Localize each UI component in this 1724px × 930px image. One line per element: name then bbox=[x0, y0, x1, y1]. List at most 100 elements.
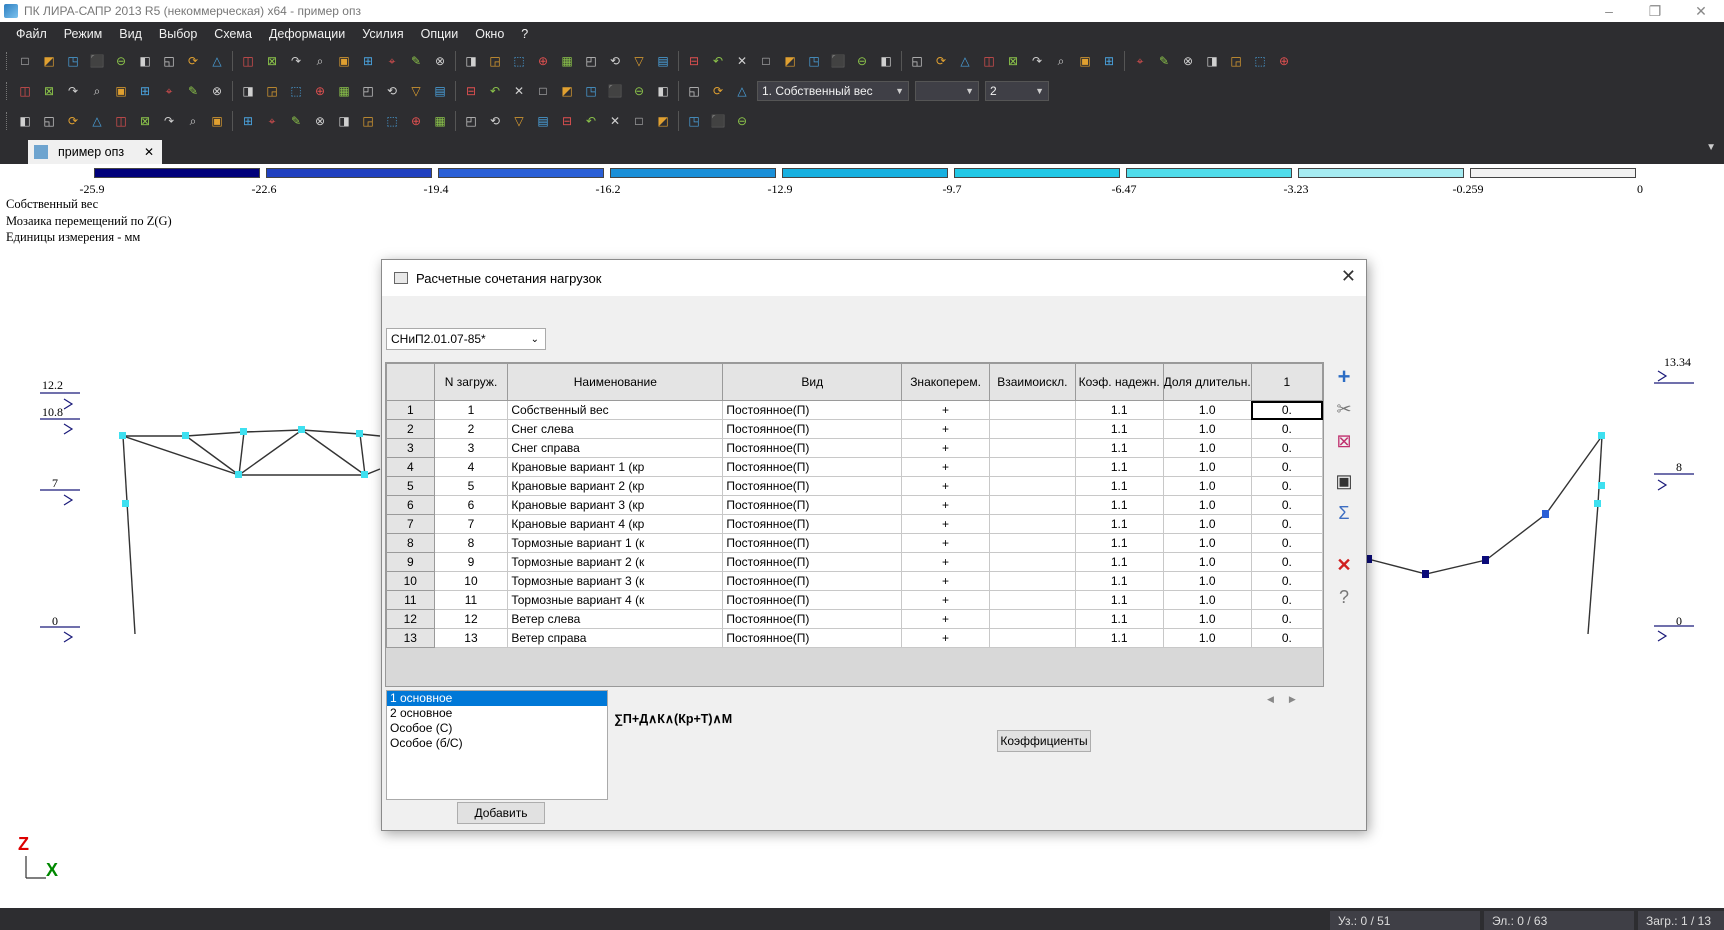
toolbar-tool-icon[interactable]: ⊕ bbox=[1274, 51, 1294, 71]
toolbar-tool-icon[interactable]: ✕ bbox=[509, 81, 529, 101]
grid-cell-coef[interactable]: 1.1 bbox=[1074, 571, 1164, 591]
grid-cell-sign[interactable]: + bbox=[901, 438, 990, 458]
toolbar-tool-icon[interactable]: ◧ bbox=[15, 111, 35, 131]
toolbar-tool-icon[interactable]: ▽ bbox=[406, 81, 426, 101]
grid-cell-v[interactable]: 0. bbox=[1250, 533, 1323, 553]
toolbar-tool-icon[interactable]: ◧ bbox=[876, 51, 896, 71]
grid-cell-sign[interactable]: + bbox=[901, 571, 990, 591]
grid-cell-excl[interactable] bbox=[988, 571, 1076, 591]
row-header[interactable]: 12 bbox=[386, 609, 435, 629]
toolbar-tool-icon[interactable]: ⬚ bbox=[286, 81, 306, 101]
table-row[interactable]: 2 2 Снег слева Постоянное(П) +1.1 1.0 0. bbox=[386, 419, 1323, 439]
grid-column-header[interactable]: Взаимоискл. bbox=[988, 363, 1076, 401]
save-icon[interactable]: ▣ bbox=[1330, 468, 1358, 494]
restore-button[interactable]: ❐ bbox=[1632, 0, 1678, 22]
grid-cell-excl[interactable] bbox=[988, 476, 1076, 496]
close-red-icon[interactable]: ✕ bbox=[1330, 552, 1358, 578]
toolbar-tool-icon[interactable]: ↶ bbox=[708, 51, 728, 71]
combo-type-item[interactable]: Особое (С) bbox=[387, 721, 607, 736]
table-row[interactable]: 3 3 Снег справа Постоянное(П) +1.1 1.0 0. bbox=[386, 438, 1323, 458]
toolbar-grip[interactable] bbox=[6, 52, 9, 70]
grid-cell-sign[interactable]: + bbox=[901, 457, 990, 477]
grid-cell-name[interactable]: Крановые вариант 1 (кр bbox=[507, 457, 724, 477]
grid-cell-name[interactable]: Тормозные вариант 1 (к bbox=[507, 533, 724, 553]
toolbar-tool-icon[interactable]: ◨ bbox=[1202, 51, 1222, 71]
toolbar-tool-icon[interactable]: ⊞ bbox=[238, 111, 258, 131]
grid-cell-part[interactable]: 1.0 bbox=[1162, 571, 1252, 591]
toolbar-tool-icon[interactable]: ⊟ bbox=[557, 111, 577, 131]
toolbar-tool-icon[interactable]: ⊠ bbox=[135, 111, 155, 131]
grid-column-header[interactable]: Коэф. надежн. bbox=[1074, 363, 1164, 401]
row-header[interactable]: 5 bbox=[386, 476, 435, 496]
grid-cell-num[interactable]: 6 bbox=[433, 495, 509, 515]
toolbar-tool-icon[interactable]: ⊞ bbox=[135, 81, 155, 101]
toolbar-tool-icon[interactable]: ◩ bbox=[653, 111, 673, 131]
toolbar-tool-icon[interactable]: ⊖ bbox=[732, 111, 752, 131]
grid-cell-sign[interactable]: + bbox=[901, 400, 990, 420]
menu-options[interactable]: Опции bbox=[421, 27, 459, 41]
grid-cell-v[interactable]: 0. bbox=[1250, 514, 1323, 534]
row-header[interactable]: 2 bbox=[386, 419, 435, 439]
table-row[interactable]: 9 9 Тормозные вариант 2 (к Постоянное(П) +1.… bbox=[386, 552, 1323, 572]
grid-cell-coef[interactable]: 1.1 bbox=[1074, 533, 1164, 553]
toolbar-tool-icon[interactable]: ⊠ bbox=[1003, 51, 1023, 71]
doc-tab-example[interactable]: пример опз ✕ bbox=[28, 140, 162, 164]
toolbar-tool-icon[interactable]: ✎ bbox=[406, 51, 426, 71]
toolbar-tool-icon[interactable]: ◳ bbox=[63, 51, 83, 71]
table-row[interactable]: 1 1 Собственный вес Постоянное(П) +1.1 1.0 0. bbox=[386, 400, 1323, 420]
toolbar-tool-icon[interactable]: ↷ bbox=[286, 51, 306, 71]
grid-cell-coef[interactable]: 1.1 bbox=[1074, 552, 1164, 572]
grid-cell-sign[interactable]: + bbox=[901, 533, 990, 553]
grid-cell-sign[interactable]: + bbox=[901, 476, 990, 496]
grid-cell-v[interactable]: 0. bbox=[1250, 495, 1323, 515]
toolbar-tool-icon[interactable]: ⊖ bbox=[852, 51, 872, 71]
grid-cell-kind[interactable]: Постоянное(П) bbox=[722, 438, 903, 458]
grid-cell-v[interactable]: 0. bbox=[1250, 590, 1323, 610]
toolbar-tool-icon[interactable]: □ bbox=[756, 51, 776, 71]
toolbar-tool-icon[interactable]: ⟲ bbox=[605, 51, 625, 71]
grid-cell-v[interactable]: 0. bbox=[1250, 571, 1323, 591]
toolbar-tool-icon[interactable]: ⊟ bbox=[684, 51, 704, 71]
toolbar-tool-icon[interactable]: ◨ bbox=[461, 51, 481, 71]
grid-cell-name[interactable]: Тормозные вариант 4 (к bbox=[507, 590, 724, 610]
grid-cell-name[interactable]: Ветер слева bbox=[507, 609, 724, 629]
toolbar-tool-icon[interactable]: ▣ bbox=[207, 111, 227, 131]
grid-cell-part[interactable]: 1.0 bbox=[1162, 400, 1252, 420]
toolbar-tool-icon[interactable]: ⊠ bbox=[262, 51, 282, 71]
toolbar-tool-icon[interactable]: ⟳ bbox=[63, 111, 83, 131]
toolbar-tool-icon[interactable]: ⌖ bbox=[262, 111, 282, 131]
toolbar-tool-icon[interactable]: ⌕ bbox=[183, 111, 203, 131]
grid-column-header[interactable]: Вид bbox=[722, 363, 903, 401]
grid-cell-excl[interactable] bbox=[988, 609, 1076, 629]
grid-cell-name[interactable]: Снег слева bbox=[507, 419, 724, 439]
toolbar-tool-icon[interactable]: ↶ bbox=[485, 81, 505, 101]
toolbar-tool-icon[interactable]: ✕ bbox=[605, 111, 625, 131]
combo-type-item[interactable]: 1 основное bbox=[387, 691, 607, 706]
toolbar-tool-icon[interactable]: ◳ bbox=[804, 51, 824, 71]
toolbar-tool-icon[interactable]: ⌕ bbox=[1051, 51, 1071, 71]
grid-cell-kind[interactable]: Постоянное(П) bbox=[722, 476, 903, 496]
grid-cell-v[interactable]: 0. bbox=[1250, 476, 1323, 496]
toolbar-tool-icon[interactable]: ↶ bbox=[581, 111, 601, 131]
grid-cell-part[interactable]: 1.0 bbox=[1162, 457, 1252, 477]
grid-cell-coef[interactable]: 1.1 bbox=[1074, 400, 1164, 420]
grid-cell-num[interactable]: 1 bbox=[433, 400, 509, 420]
toolbar-tool-icon[interactable]: ◱ bbox=[684, 81, 704, 101]
toolbar-tool-icon[interactable]: ◩ bbox=[39, 51, 59, 71]
toolbar-tool-icon[interactable]: △ bbox=[955, 51, 975, 71]
toolbar-tool-icon[interactable]: ▤ bbox=[533, 111, 553, 131]
coefficients-button[interactable]: Коэффициенты bbox=[997, 730, 1091, 752]
grid-cell-part[interactable]: 1.0 bbox=[1162, 495, 1252, 515]
grid-cell-coef[interactable]: 1.1 bbox=[1074, 628, 1164, 648]
toolbar-tool-icon[interactable]: ⊕ bbox=[310, 81, 330, 101]
add-row-icon[interactable]: + bbox=[1330, 364, 1358, 390]
grid-cell-kind[interactable]: Постоянное(П) bbox=[722, 590, 903, 610]
toolbar-tool-icon[interactable]: ⊞ bbox=[1099, 51, 1119, 71]
grid-cell-excl[interactable] bbox=[988, 628, 1076, 648]
grid-cell-kind[interactable]: Постоянное(П) bbox=[722, 533, 903, 553]
toolbar-tool-icon[interactable]: ⟳ bbox=[708, 81, 728, 101]
grid-cell-part[interactable]: 1.0 bbox=[1162, 514, 1252, 534]
toolbar-tool-icon[interactable]: ⟳ bbox=[183, 51, 203, 71]
grid-cell-name[interactable]: Крановые вариант 3 (кр bbox=[507, 495, 724, 515]
grid-column-header[interactable]: Знакоперем. bbox=[901, 363, 990, 401]
